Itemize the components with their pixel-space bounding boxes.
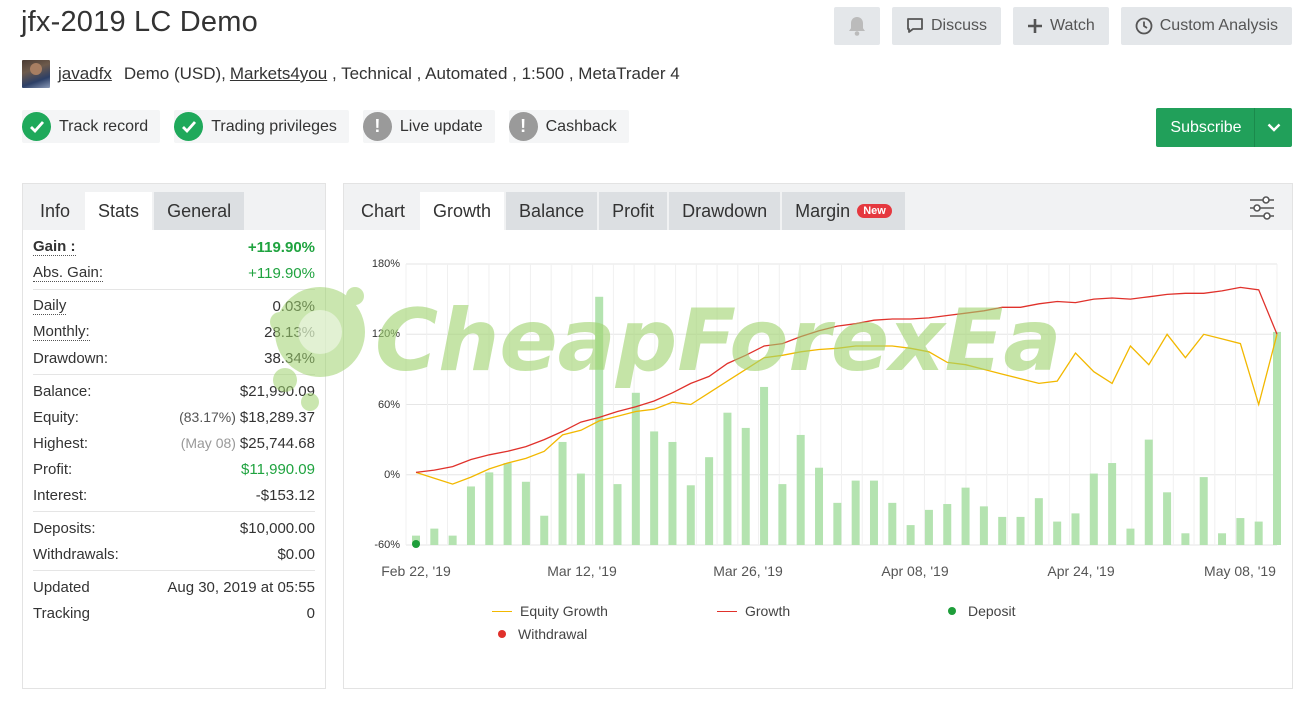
growth-bar[interactable] [466,486,475,545]
legend-swatch [948,607,956,615]
growth-bar[interactable] [576,473,585,545]
legend-swatch [498,630,506,638]
growth-bar[interactable] [1254,521,1263,545]
legend-label: Growth [745,603,791,619]
growth-bar[interactable] [613,484,622,545]
growth-bar[interactable] [998,516,1007,545]
deposit-point[interactable] [412,540,420,548]
y-tick-label: 0% [384,469,400,481]
growth-bar[interactable] [503,463,512,545]
legend-swatch [717,610,737,612]
growth-bar[interactable] [815,467,824,545]
growth-bar[interactable] [851,480,860,545]
growth-bar[interactable] [521,481,530,545]
growth-bar[interactable] [1273,331,1281,545]
growth-bar[interactable] [540,515,549,545]
legend-equity-growth[interactable]: Equity Growth [492,603,608,619]
y-tick-label: 120% [371,328,400,340]
growth-bar[interactable] [833,502,842,545]
growth-bar[interactable] [686,485,695,545]
growth-bar[interactable] [650,431,659,545]
growth-bar[interactable] [796,434,805,545]
growth-bar[interactable] [631,392,640,545]
growth-bar[interactable] [430,528,439,545]
growth-bar[interactable] [741,427,750,545]
growth-bar[interactable] [1071,513,1080,545]
growth-bar[interactable] [448,535,457,545]
growth-bar[interactable] [1144,439,1153,545]
growth-bar[interactable] [869,480,878,545]
growth-bar[interactable] [888,502,897,545]
legend-deposit[interactable]: Deposit [948,603,1015,619]
growth-bar[interactable] [961,487,970,545]
growth-bar[interactable] [1108,463,1117,545]
x-tick-label: Mar 26, '19 [713,563,783,579]
growth-bar[interactable] [1089,473,1098,545]
growth-bar[interactable] [924,509,933,545]
growth-bar[interactable] [778,484,787,545]
x-tick-label: Apr 24, '19 [1047,563,1115,579]
x-tick-label: Mar 12, '19 [547,563,617,579]
growth-bar[interactable] [668,441,677,545]
growth-bar[interactable] [943,504,952,545]
growth-bar[interactable] [906,525,915,545]
growth-bar[interactable] [1053,521,1062,545]
growth-bar[interactable] [1126,528,1135,545]
growth-bar[interactable] [705,457,714,545]
growth-bar[interactable] [1236,518,1245,545]
growth-bar[interactable] [760,386,769,545]
legend-growth[interactable]: Growth [717,603,790,619]
y-tick-label: -60% [374,539,400,551]
growth-chart [405,263,1281,548]
growth-bar[interactable] [485,472,494,545]
growth-bar[interactable] [1016,516,1025,545]
legend-label: Deposit [968,603,1016,619]
y-tick-label: 180% [371,258,400,270]
x-tick-label: Feb 22, '19 [381,563,451,579]
legend-label: Withdrawal [518,626,588,642]
legend-swatch [492,610,512,612]
growth-bar[interactable] [1218,533,1227,545]
y-tick-label: 60% [377,399,400,411]
growth-bar[interactable] [1163,492,1172,545]
growth-bar[interactable] [1199,477,1208,545]
growth-bar[interactable] [1181,533,1190,545]
growth-bar[interactable] [979,506,988,545]
x-tick-label: May 08, '19 [1204,563,1276,579]
growth-bar[interactable] [1034,498,1043,545]
growth-bar[interactable] [723,412,732,545]
growth-bar[interactable] [558,441,567,545]
x-tick-label: Apr 08, '19 [881,563,949,579]
legend-label: Equity Growth [520,603,608,619]
legend-withdrawal[interactable]: Withdrawal [498,626,587,642]
